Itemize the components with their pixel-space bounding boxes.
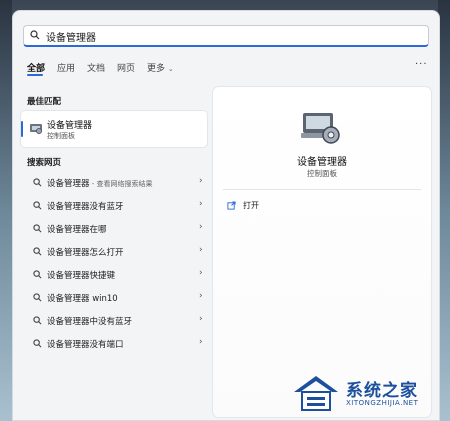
web-search-item-label: 设备管理器 win10	[47, 294, 118, 304]
search-icon	[33, 224, 42, 233]
divider	[223, 189, 421, 190]
web-search-item-label: 设备管理器中没有蓝牙	[47, 317, 133, 327]
tab-all-underline	[27, 74, 43, 76]
open-action[interactable]: 打开	[225, 199, 345, 213]
web-search-item-label: 设备管理器怎么打开	[47, 248, 124, 258]
web-search-item[interactable]: 设备管理器没有端口 ›	[21, 336, 207, 352]
chevron-right-icon: ›	[199, 268, 203, 278]
search-icon	[33, 247, 42, 256]
web-search-item[interactable]: 设备管理器 - 查看网络搜索结果 ›	[21, 175, 207, 191]
open-label: 打开	[243, 201, 259, 210]
chevron-right-icon: ›	[199, 176, 203, 186]
tab-apps[interactable]: 应用	[57, 61, 75, 74]
watermark-url: XITONGZHIJIA.NET	[346, 399, 419, 407]
web-search-item-label: 设备管理器在哪	[47, 225, 107, 235]
search-icon	[33, 270, 42, 279]
web-search-item-label: 设备管理器快捷键	[47, 271, 116, 281]
web-search-item[interactable]: 设备管理器中没有蓝牙 ›	[21, 313, 207, 329]
web-search-item[interactable]: 设备管理器 win10 ›	[21, 290, 207, 306]
device-manager-icon	[301, 113, 340, 144]
tab-more[interactable]: 更多 ⌄	[147, 61, 174, 74]
web-search-heading: 搜索网页	[27, 158, 62, 168]
tab-documents[interactable]: 文档	[87, 61, 105, 74]
chevron-right-icon: ›	[199, 199, 203, 209]
chevron-right-icon: ›	[199, 291, 203, 301]
chevron-right-icon: ›	[199, 222, 203, 232]
web-search-item[interactable]: 设备管理器快捷键 ›	[21, 267, 207, 283]
search-icon	[33, 316, 42, 325]
best-match-subtitle: 控制面板	[47, 132, 75, 140]
web-search-item-label: 设备管理器没有端口	[47, 340, 124, 350]
search-input[interactable]: 设备管理器	[23, 25, 429, 47]
desktop-wallpaper-left	[0, 0, 12, 421]
best-match-heading: 最佳匹配	[27, 97, 62, 107]
web-search-suffix: - 查看网络搜索结果	[89, 180, 153, 188]
search-icon	[33, 178, 42, 187]
start-search-panel: 设备管理器 全部 应用 文档 网页 更多 ⌄ ··· 最佳匹配 设备管理器 控制…	[12, 10, 440, 421]
search-input-value: 设备管理器	[46, 33, 96, 44]
tab-web[interactable]: 网页	[117, 61, 135, 74]
device-manager-icon	[30, 124, 42, 134]
chevron-right-icon: ›	[199, 245, 203, 255]
search-icon	[33, 201, 42, 210]
search-icon	[33, 293, 42, 302]
web-search-item-label: 设备管理器 - 查看网络搜索结果	[47, 179, 153, 189]
more-options-button[interactable]: ···	[415, 59, 428, 70]
web-search-item[interactable]: 设备管理器怎么打开 ›	[21, 244, 207, 260]
watermark-logo: 系统之家 XITONGZHIJIA.NET	[290, 372, 440, 416]
chevron-right-icon: ›	[199, 314, 203, 324]
preview-app-subtitle: 控制面板	[307, 169, 337, 178]
search-icon	[30, 30, 40, 40]
selection-accent	[21, 121, 23, 137]
result-preview-pane: 设备管理器 控制面板 打开	[213, 87, 431, 417]
open-external-icon	[227, 201, 236, 210]
tab-more-label: 更多	[147, 64, 166, 74]
house-logo-icon	[294, 376, 338, 411]
web-search-item[interactable]: 设备管理器在哪 ›	[21, 221, 207, 237]
search-icon	[33, 339, 42, 348]
web-search-item[interactable]: 设备管理器没有蓝牙 ›	[21, 198, 207, 214]
preview-app-name: 设备管理器	[297, 157, 347, 168]
chevron-down-icon: ⌄	[167, 65, 174, 73]
web-search-item-label: 设备管理器没有蓝牙	[47, 202, 124, 212]
best-match-name: 设备管理器	[47, 121, 93, 131]
tab-all[interactable]: 全部	[27, 61, 45, 74]
best-match-item[interactable]: 设备管理器 控制面板	[21, 111, 207, 147]
watermark-text: 系统之家	[346, 381, 418, 401]
chevron-right-icon: ›	[199, 337, 203, 347]
